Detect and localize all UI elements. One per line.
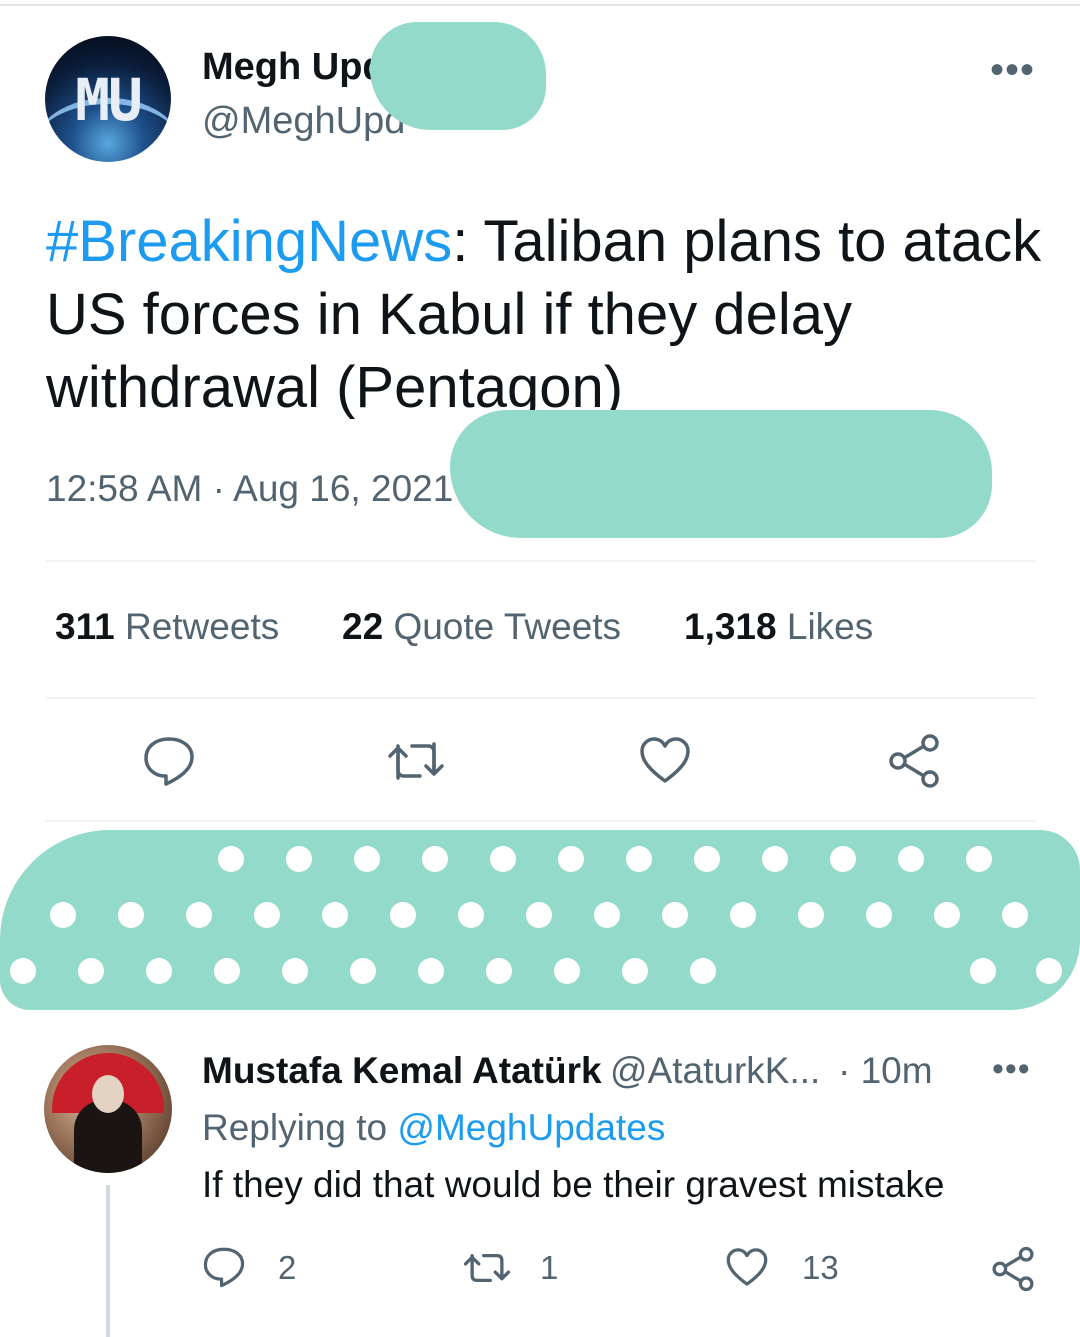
likes-count: 1,318: [684, 606, 777, 647]
more-options-icon[interactable]: •••: [990, 48, 1035, 93]
author-avatar[interactable]: MU: [45, 36, 171, 162]
retweets-count: 311: [55, 606, 115, 647]
replying-to-mention[interactable]: @MeghUpdates: [397, 1107, 665, 1148]
replying-to-line: Replying to @MeghUpdates: [202, 1107, 665, 1149]
divider-top: [46, 560, 1036, 562]
divider-bottom: [46, 820, 1036, 822]
redaction-scribble-source: [450, 410, 992, 538]
reply-more-options-icon[interactable]: •••: [992, 1050, 1031, 1089]
retweets-label: Retweets: [124, 606, 280, 647]
avatar-initials: MU: [75, 66, 143, 134]
top-border: [0, 4, 1080, 6]
reply-reply-count: 2: [278, 1249, 297, 1286]
redaction-scribble-name: [370, 22, 546, 130]
reply-retweet-count: 1: [540, 1249, 559, 1286]
author-name[interactable]: Megh Upd: [202, 46, 386, 89]
reply-heart-icon[interactable]: [725, 1246, 769, 1288]
retweets-stat[interactable]: 311 Retweets: [55, 606, 279, 648]
reply-text: If they did that would be their gravest …: [202, 1164, 945, 1205]
hashtag-link[interactable]: #BreakingNews: [46, 209, 452, 274]
author-handle[interactable]: @MeghUpd: [202, 100, 405, 143]
share-icon[interactable]: [886, 733, 942, 789]
reply-author-name[interactable]: Mustafa Kemal Atatürk: [202, 1050, 602, 1092]
divider-middle: [46, 697, 1036, 699]
reply-reply-icon[interactable]: [202, 1246, 246, 1288]
reply-timestamp[interactable]: · 10m: [838, 1050, 933, 1092]
replying-to-prefix: Replying to: [202, 1107, 388, 1148]
reply-retweet-icon[interactable]: [462, 1249, 512, 1287]
likes-stat[interactable]: 1,318 Likes: [684, 606, 873, 648]
retweet-icon[interactable]: [386, 738, 446, 784]
quotes-label: Quote Tweets: [393, 606, 622, 647]
avatar-portrait-face: [92, 1075, 124, 1113]
reply-author-handle[interactable]: @AtaturkK...: [610, 1050, 820, 1092]
reply-like-count: 13: [802, 1249, 839, 1286]
tweet-text: #BreakingNews: Taliban plans to atack US…: [46, 205, 1046, 424]
reply-share-icon[interactable]: [990, 1246, 1036, 1292]
reply-icon[interactable]: [142, 735, 196, 787]
quotes-count: 22: [342, 606, 384, 647]
thread-line: [106, 1185, 110, 1337]
reply-author-avatar[interactable]: [44, 1045, 172, 1173]
tweet-timestamp[interactable]: 12:58 AM · Aug 16, 2021: [46, 468, 453, 510]
likes-label: Likes: [786, 606, 874, 647]
quote-tweets-stat[interactable]: 22 Quote Tweets: [342, 606, 621, 648]
redaction-scribble-large: [0, 830, 1080, 1010]
heart-icon[interactable]: [638, 735, 692, 785]
